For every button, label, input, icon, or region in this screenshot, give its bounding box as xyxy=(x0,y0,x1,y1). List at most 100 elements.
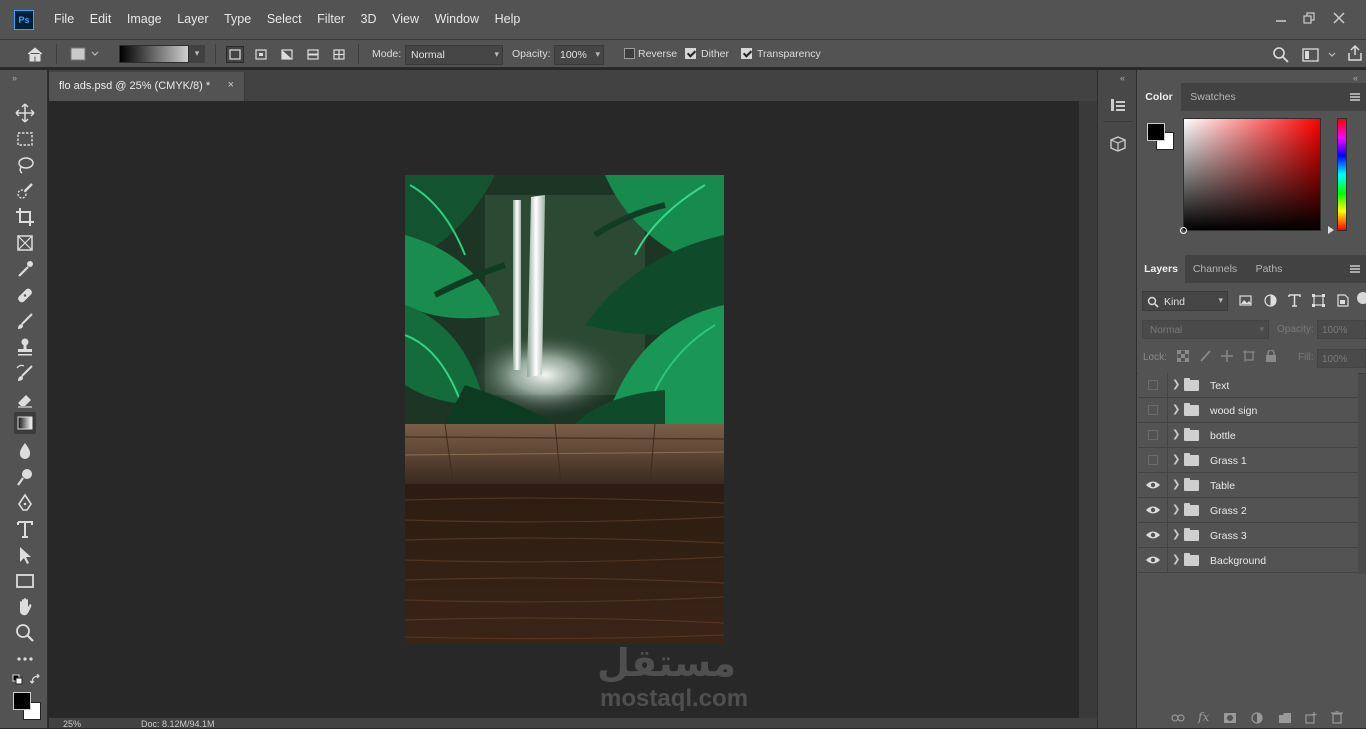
filter-toggle-icon[interactable] xyxy=(1357,292,1366,304)
panel-menu-icon[interactable] xyxy=(1350,265,1360,273)
lock-artboard-icon[interactable] xyxy=(1243,350,1255,362)
close-tab-icon[interactable]: × xyxy=(228,79,234,91)
menu-edit[interactable]: Edit xyxy=(90,12,112,26)
history-panel-icon[interactable] xyxy=(1110,97,1126,113)
dodge-tool-icon[interactable] xyxy=(14,466,36,488)
document-canvas[interactable] xyxy=(405,175,724,644)
layer-filter-dropdown[interactable]: Kind ▾ xyxy=(1142,291,1228,311)
layer-row-wood-sign[interactable]: ❯ wood sign xyxy=(1138,398,1358,423)
canvas-area[interactable]: مستقل mostaql.com xyxy=(49,101,1079,718)
layer-row-bottle[interactable]: ❯ bottle xyxy=(1138,423,1358,448)
new-layer-icon[interactable] xyxy=(1305,712,1317,724)
blend-mode-dropdown[interactable]: Normal ▾ xyxy=(1142,320,1269,339)
zoom-tool-icon[interactable] xyxy=(14,622,36,644)
new-adjustment-layer-icon[interactable] xyxy=(1251,712,1263,724)
chevron-right-icon[interactable]: ❯ xyxy=(1172,379,1180,390)
menu-3d[interactable]: 3D xyxy=(361,12,377,26)
chevron-right-icon[interactable]: ❯ xyxy=(1172,504,1180,515)
move-tool-icon[interactable] xyxy=(14,102,36,124)
foreground-color-swatch[interactable] xyxy=(13,692,31,710)
filter-type-icon[interactable] xyxy=(1288,294,1301,307)
menu-view[interactable]: View xyxy=(392,12,419,26)
layers-scrollbar[interactable] xyxy=(1358,374,1366,574)
hand-tool-icon[interactable] xyxy=(14,596,36,618)
gradient-tool-icon[interactable] xyxy=(14,412,36,434)
search-icon[interactable] xyxy=(1272,46,1290,64)
collapse-icon[interactable]: « xyxy=(1353,73,1358,83)
document-tab[interactable]: flo ads.psd @ 25% (CMYK/8) * × xyxy=(49,72,245,101)
hue-slider[interactable] xyxy=(1337,118,1347,231)
lock-transparent-icon[interactable] xyxy=(1177,350,1189,362)
new-group-icon[interactable] xyxy=(1278,712,1292,724)
menu-window[interactable]: Window xyxy=(435,12,479,26)
filter-shape-icon[interactable] xyxy=(1312,294,1325,307)
workspace-icon[interactable] xyxy=(1302,46,1338,64)
collapse-icon[interactable]: » xyxy=(12,73,17,83)
tool-preset-icon[interactable] xyxy=(70,47,100,61)
menu-help[interactable]: Help xyxy=(495,12,521,26)
color-picker-handle[interactable] xyxy=(1180,227,1187,234)
opacity-field[interactable]: 100% ▾ xyxy=(554,45,604,65)
marquee-tool-icon[interactable] xyxy=(14,128,36,150)
layer-row-grass-3[interactable]: ❯ Grass 3 xyxy=(1138,523,1358,548)
tab-layers[interactable]: Layers xyxy=(1137,255,1185,283)
minimize-icon[interactable] xyxy=(1273,10,1289,26)
eyedropper-tool-icon[interactable] xyxy=(14,258,36,280)
menu-filter[interactable]: Filter xyxy=(317,12,345,26)
fill-field[interactable]: 100% xyxy=(1317,349,1366,368)
home-icon[interactable] xyxy=(26,46,44,62)
mode-dropdown[interactable]: Normal ▾ xyxy=(405,45,503,65)
lock-image-icon[interactable] xyxy=(1199,350,1211,362)
frame-tool-icon[interactable] xyxy=(14,232,36,254)
tab-color[interactable]: Color xyxy=(1137,83,1181,111)
chevron-right-icon[interactable]: ❯ xyxy=(1172,429,1180,440)
radial-gradient-button[interactable] xyxy=(252,46,270,63)
layer-opacity-field[interactable]: 100% xyxy=(1317,320,1366,339)
lock-position-icon[interactable] xyxy=(1221,350,1233,362)
linear-gradient-button[interactable] xyxy=(226,46,244,63)
layer-visibility-toggle[interactable] xyxy=(1138,448,1168,472)
filter-smart-object-icon[interactable] xyxy=(1336,294,1349,307)
tab-channels[interactable]: Channels xyxy=(1185,255,1245,283)
layer-visibility-toggle[interactable] xyxy=(1138,423,1168,447)
menu-file[interactable]: File xyxy=(54,12,74,26)
layer-row-text[interactable]: ❯ Text xyxy=(1138,373,1358,398)
filter-adjustment-icon[interactable] xyxy=(1264,294,1277,307)
layer-row-grass-2[interactable]: ❯ Grass 2 xyxy=(1138,498,1358,523)
history-brush-tool-icon[interactable] xyxy=(14,362,36,384)
path-selection-tool-icon[interactable] xyxy=(14,544,36,566)
crop-tool-icon[interactable] xyxy=(14,206,36,228)
blur-tool-icon[interactable] xyxy=(14,440,36,462)
layer-visibility-toggle[interactable] xyxy=(1138,548,1168,572)
share-icon[interactable] xyxy=(1346,44,1364,62)
layer-visibility-toggle[interactable] xyxy=(1138,523,1168,547)
lock-all-icon[interactable] xyxy=(1265,350,1277,362)
menu-layer[interactable]: Layer xyxy=(177,12,208,26)
type-tool-icon[interactable] xyxy=(14,518,36,540)
chevron-right-icon[interactable]: ❯ xyxy=(1172,454,1180,465)
filter-pixel-icon[interactable] xyxy=(1239,294,1252,307)
gradient-dropdown-icon[interactable]: ▾ xyxy=(188,45,205,63)
reverse-checkbox[interactable] xyxy=(624,48,635,59)
brush-tool-icon[interactable] xyxy=(14,310,36,332)
vertical-scrollbar[interactable] xyxy=(1079,101,1097,718)
layer-row-grass-1[interactable]: ❯ Grass 1 xyxy=(1138,448,1358,473)
hue-slider-handle[interactable] xyxy=(1328,226,1334,234)
layer-visibility-toggle[interactable] xyxy=(1138,373,1168,397)
swap-colors-icon[interactable] xyxy=(30,674,42,686)
menu-type[interactable]: Type xyxy=(224,12,251,26)
chevron-right-icon[interactable]: ❯ xyxy=(1172,529,1180,540)
delete-layer-icon[interactable] xyxy=(1331,711,1343,724)
dither-checkbox[interactable] xyxy=(685,48,696,59)
restore-icon[interactable] xyxy=(1301,10,1317,26)
link-layers-icon[interactable] xyxy=(1171,712,1185,724)
lasso-tool-icon[interactable] xyxy=(14,154,36,176)
layer-style-icon[interactable]: fx xyxy=(1198,710,1209,724)
3d-panel-icon[interactable] xyxy=(1110,136,1126,152)
layer-visibility-toggle[interactable] xyxy=(1138,498,1168,522)
color-panel-swatches[interactable] xyxy=(1147,123,1175,151)
eraser-tool-icon[interactable] xyxy=(14,388,36,410)
tab-paths[interactable]: Paths xyxy=(1245,255,1293,283)
add-mask-icon[interactable] xyxy=(1223,712,1237,724)
menu-select[interactable]: Select xyxy=(267,12,302,26)
